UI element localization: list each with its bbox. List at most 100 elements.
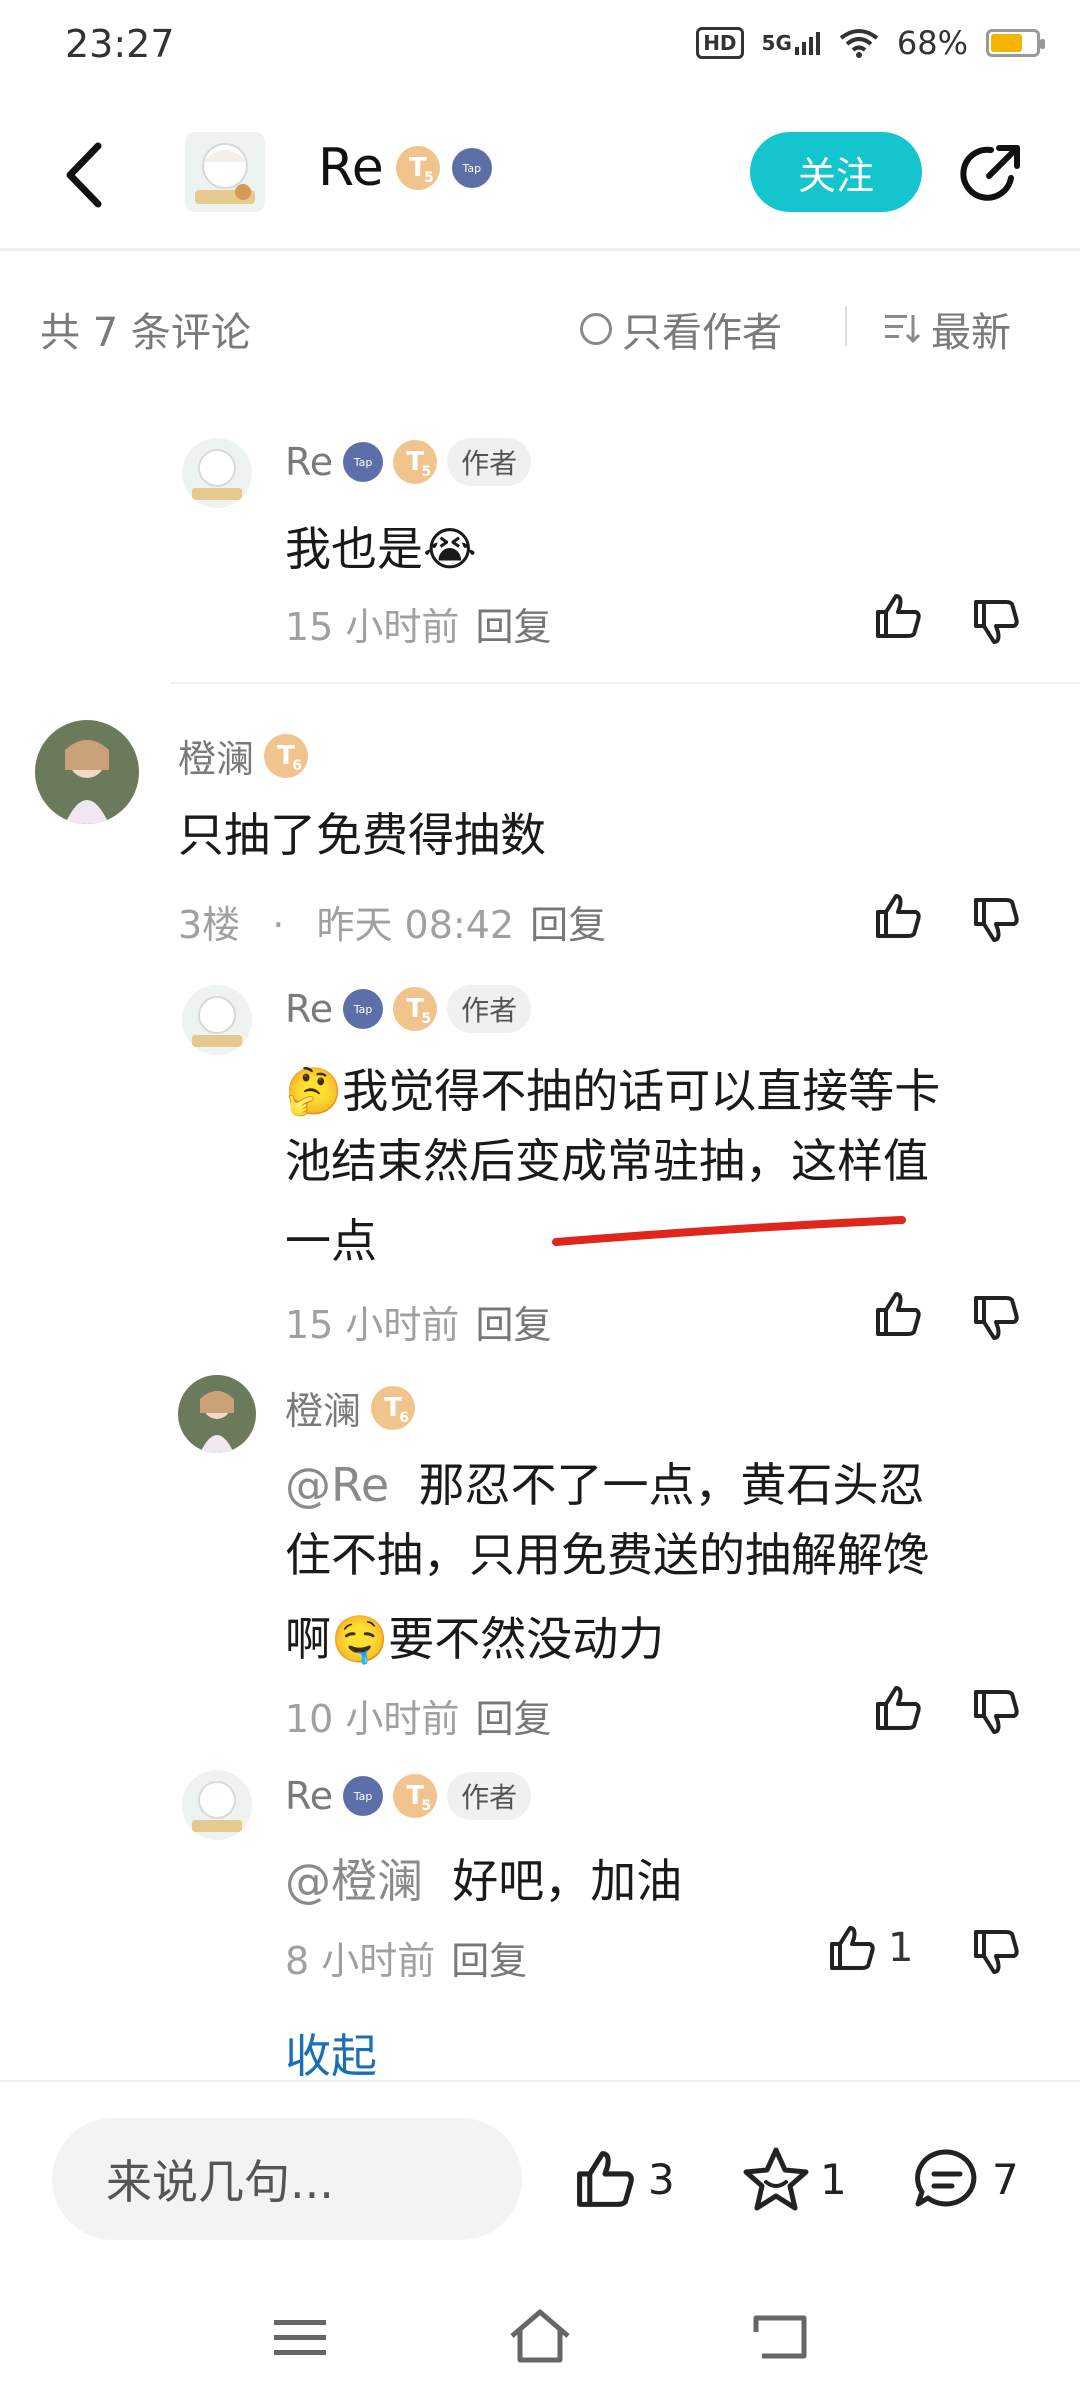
comment-user-row: Re Tap T5 作者 [285, 438, 532, 486]
comment-text-line: 啊🤤要不然没动力 [285, 1612, 665, 1666]
back-nav-icon[interactable] [752, 2312, 808, 2362]
like-icon[interactable] [872, 590, 924, 642]
comment-text-line: @Re 那忍不了一点，黄石头忍 [285, 1446, 924, 1524]
like-icon[interactable] [826, 1922, 878, 1974]
comment-meta: 3楼 · 昨天 08:42 回复 [178, 894, 606, 949]
reply-button[interactable]: 回复 [475, 1697, 551, 1741]
comment-user-row: 橙澜 T6 [178, 728, 309, 783]
dislike-icon[interactable] [970, 1292, 1022, 1344]
home-icon[interactable] [508, 2308, 572, 2364]
comment-username[interactable]: 橙澜 [178, 728, 254, 783]
comment-text: 那忍不了一点，黄石头忍 [418, 1458, 925, 1512]
level-badge-icon: T5 [395, 146, 440, 190]
reply-button[interactable]: 回复 [530, 903, 606, 947]
comment-time: 昨天 08:42 [316, 903, 515, 947]
back-icon[interactable] [60, 140, 110, 210]
level-badge-icon: T5 [393, 1774, 438, 1818]
author-only-label: 只看作者 [622, 310, 782, 356]
divider [845, 306, 847, 346]
author-tag: 作者 [447, 985, 532, 1033]
comment-time: 10 小时前 [285, 1697, 460, 1741]
star-icon[interactable] [742, 2146, 810, 2212]
tap-badge-icon: Tap [451, 148, 492, 188]
comment-user-row: Re Tap T5 作者 [285, 985, 532, 1033]
level-badge-icon: T5 [393, 987, 438, 1031]
favorite-count: 1 [820, 2154, 847, 2204]
like-count: 1 [888, 1925, 914, 1971]
comment-text-line: 🤔我觉得不抽的话可以直接等卡 [285, 1064, 941, 1118]
comment-username[interactable]: 橙澜 [285, 1380, 361, 1435]
comment-username[interactable]: Re [285, 1774, 333, 1818]
tap-badge-icon: Tap [343, 1776, 384, 1816]
menu-icon[interactable] [272, 2316, 328, 2360]
network-type: 5G [761, 31, 792, 55]
comment-count-label: 共 7 条评论 [40, 310, 251, 356]
comment-time: 15 小时前 [285, 605, 460, 649]
comment-action[interactable]: 7 [912, 2146, 1019, 2212]
comment-text-line: 一点 [285, 1214, 377, 1268]
like-icon[interactable] [572, 2146, 638, 2212]
header-divider [0, 248, 1080, 251]
wifi-icon [839, 29, 879, 58]
avatar[interactable] [182, 985, 252, 1055]
favorite-action[interactable]: 1 [742, 2146, 847, 2212]
tap-badge-icon: Tap [343, 442, 384, 482]
share-icon[interactable] [955, 138, 1027, 210]
header-username: Re [318, 138, 384, 198]
reply-button[interactable]: 回复 [475, 605, 551, 649]
follow-button[interactable]: 关注 [750, 132, 922, 212]
avatar[interactable] [182, 438, 252, 508]
comment-user-row: Re Tap T5 作者 [285, 1772, 532, 1820]
comment-input[interactable]: 来说几句... [52, 2118, 522, 2240]
like-icon[interactable] [872, 1288, 924, 1340]
status-icons: HD 5G 68% [696, 24, 1045, 62]
reply-button[interactable]: 回复 [451, 1939, 527, 1983]
sort-icon [885, 315, 921, 344]
like-icon[interactable] [872, 1682, 924, 1734]
level-badge-icon: T6 [264, 733, 309, 778]
comment-text-line: 住不抽，只用免费送的抽解解馋 [285, 1528, 929, 1582]
comment-text: 只抽了免费得抽数 [178, 808, 546, 862]
comment-username[interactable]: Re [285, 987, 333, 1031]
red-underline-mark [552, 1216, 906, 1246]
author-tag: 作者 [447, 1772, 532, 1820]
comment-meta: 15 小时前 回复 [285, 596, 551, 651]
dislike-icon[interactable] [970, 1926, 1022, 1978]
avatar[interactable] [178, 1375, 256, 1453]
mention-link[interactable]: @橙澜 [285, 1854, 423, 1908]
comment-text: 好吧，加油 [452, 1854, 683, 1908]
collapse-link[interactable]: 收起 [285, 2020, 377, 2086]
reply-button[interactable]: 回复 [475, 1303, 551, 1347]
comment-time: 8 小时前 [285, 1939, 436, 1983]
comment-text: 我也是😭 [285, 522, 477, 576]
meta-dot: · [272, 903, 285, 947]
divider [0, 2080, 1080, 2082]
comment-meta: 15 小时前 回复 [285, 1294, 551, 1349]
dislike-icon[interactable] [970, 894, 1022, 946]
comment-meta: 10 小时前 回复 [285, 1688, 551, 1743]
battery-icon [986, 29, 1045, 57]
comment-bubble-icon[interactable] [912, 2146, 982, 2212]
divider [170, 682, 1080, 684]
mention-link[interactable]: @Re [285, 1458, 389, 1512]
header-avatar[interactable] [185, 132, 265, 212]
comment-username[interactable]: Re [285, 440, 333, 484]
sort-button[interactable]: 最新 [885, 300, 1011, 358]
avatar[interactable] [35, 720, 139, 824]
avatar[interactable] [182, 1770, 252, 1840]
hd-icon: HD [696, 27, 744, 59]
like-icon[interactable] [872, 890, 924, 942]
like-action[interactable]: 3 [572, 2146, 675, 2212]
level-badge-icon: T6 [371, 1385, 416, 1430]
author-only-toggle[interactable]: 只看作者 [580, 300, 782, 358]
like-button[interactable]: 1 [826, 1922, 913, 1974]
comment-count: 7 [992, 2154, 1019, 2204]
dislike-icon[interactable] [970, 1686, 1022, 1738]
dislike-icon[interactable] [970, 596, 1022, 648]
author-tag: 作者 [447, 438, 532, 486]
level-badge-icon: T5 [393, 440, 438, 484]
header-user[interactable]: Re T5 Tap [318, 138, 492, 198]
battery-percent: 68% [896, 24, 968, 62]
sort-label: 最新 [931, 310, 1011, 356]
comment-user-row: 橙澜 T6 [285, 1380, 416, 1435]
